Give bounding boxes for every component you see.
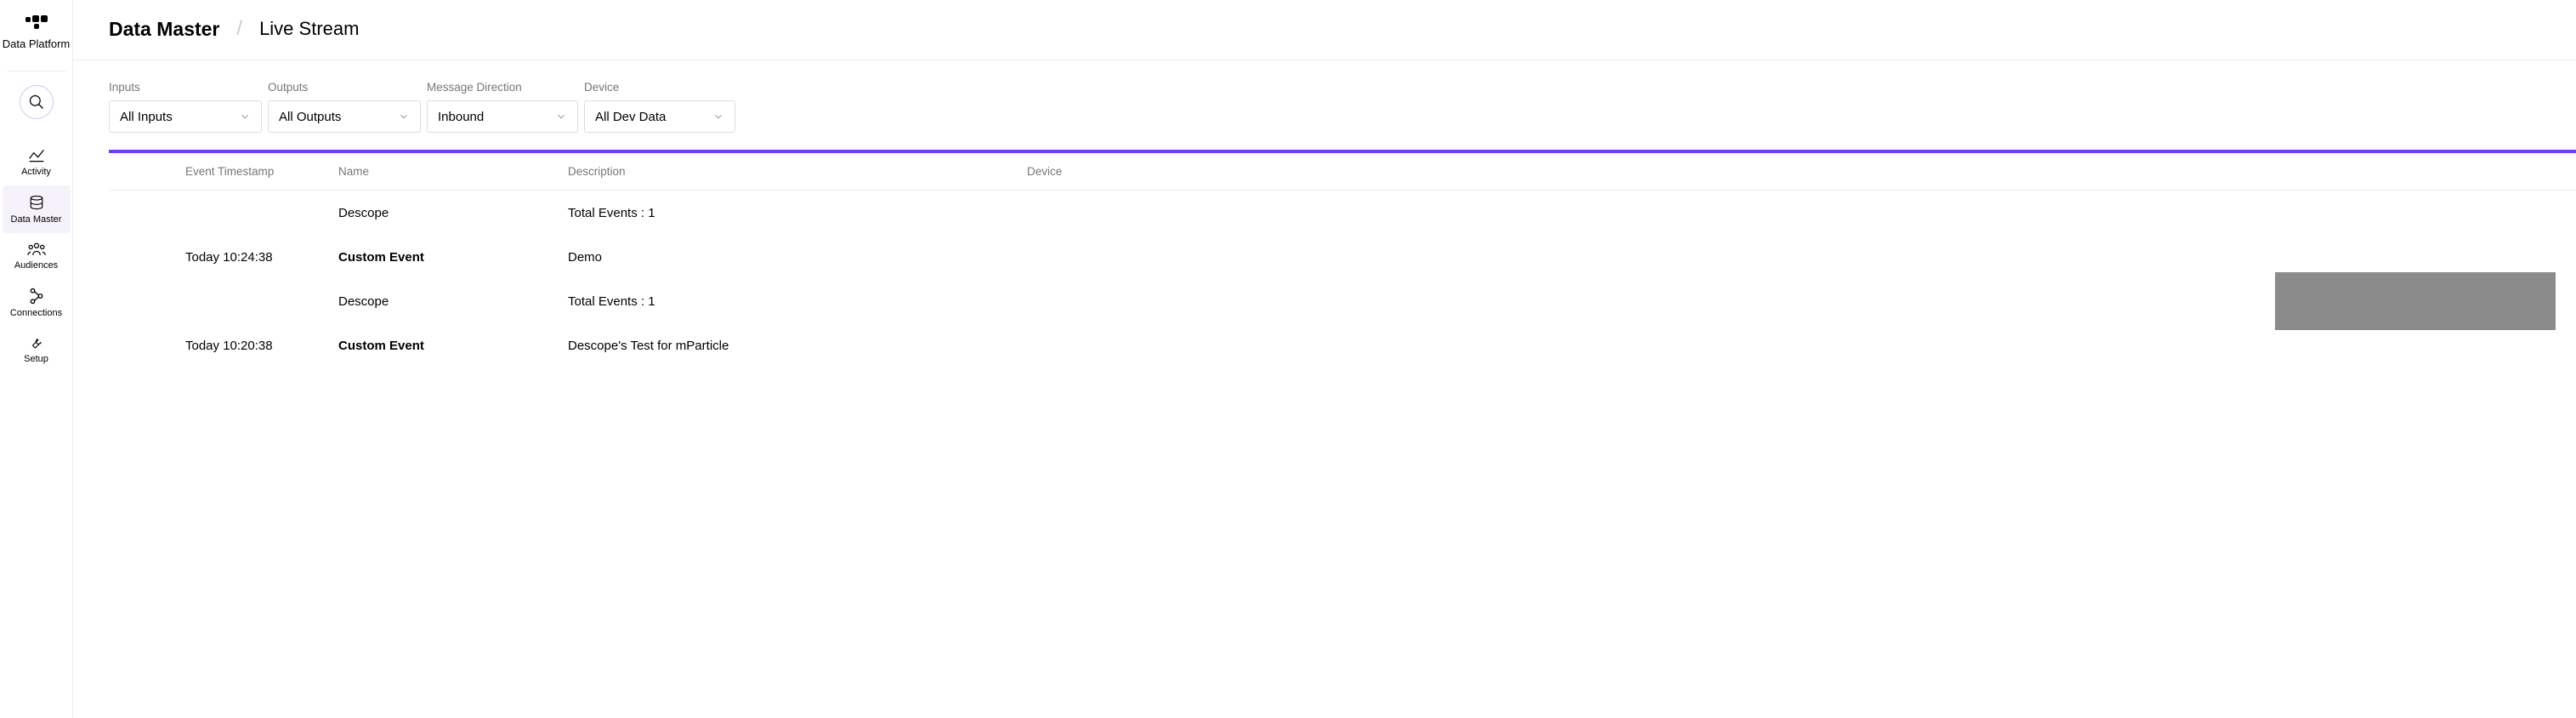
filter-inputs-dropdown[interactable]: All Inputs <box>109 100 262 133</box>
col-header-device: Device <box>1027 165 2576 178</box>
dropdown-value: All Dev Data <box>595 110 666 124</box>
nav-label: Audiences <box>14 260 58 271</box>
filter-inputs-label: Inputs <box>109 81 262 94</box>
search-icon <box>28 94 45 111</box>
breadcrumb: Data Master / Live Stream <box>109 0 2576 60</box>
table-row[interactable]: Descope Total Events : 1 <box>109 279 2576 323</box>
col-header-name: Name <box>338 165 568 178</box>
table-row[interactable]: Today 10:24:38 Custom Event Demo <box>109 235 2576 279</box>
filter-device-label: Device <box>584 81 735 94</box>
wrench-icon <box>29 335 44 350</box>
nav-label: Connections <box>10 308 62 318</box>
nav-audiences[interactable]: Audiences <box>3 233 71 279</box>
chevron-down-icon <box>398 111 410 123</box>
audiences-icon <box>27 242 46 257</box>
nav-label: Data Master <box>11 214 62 225</box>
breadcrumb-separator: / <box>236 17 242 41</box>
filter-direction-dropdown[interactable]: Inbound <box>427 100 578 133</box>
nav-label: Setup <box>24 354 48 364</box>
chevron-down-icon <box>712 111 724 123</box>
table-row[interactable]: Descope Total Events : 1 <box>109 191 2576 235</box>
chevron-down-icon <box>555 111 567 123</box>
activity-icon <box>28 148 45 163</box>
cell-description: Total Events : 1 <box>568 294 1027 309</box>
table-row[interactable]: Today 10:20:38 Custom Event Descope's Te… <box>109 323 2576 368</box>
nav-setup[interactable]: Setup <box>3 327 71 373</box>
search-button[interactable] <box>20 85 54 119</box>
nav-activity[interactable]: Activity <box>3 140 71 185</box>
cell-name: Descope <box>338 206 568 220</box>
cell-description: Descope's Test for mParticle <box>568 339 1027 353</box>
cell-name: Custom Event <box>338 250 568 265</box>
dropdown-value: Inbound <box>438 110 484 124</box>
filter-outputs-label: Outputs <box>268 81 421 94</box>
cell-description: Total Events : 1 <box>568 206 1027 220</box>
database-icon <box>29 194 44 211</box>
col-header-description: Description <box>568 165 1027 178</box>
brand-label: Data Platform <box>3 37 70 50</box>
filter-direction-label: Message Direction <box>427 81 578 94</box>
breadcrumb-page: Live Stream <box>259 18 359 40</box>
chevron-down-icon <box>239 111 251 123</box>
nav-connections[interactable]: Connections <box>3 279 71 327</box>
cell-timestamp: Today 10:24:38 <box>185 250 338 265</box>
connections-icon <box>29 288 44 305</box>
cell-timestamp: Today 10:20:38 <box>185 339 338 353</box>
table-header: Event Timestamp Name Description Device <box>109 153 2576 191</box>
cell-description: Demo <box>568 250 1027 265</box>
dropdown-value: All Outputs <box>279 110 341 124</box>
nav-label: Activity <box>21 167 51 177</box>
filter-outputs-dropdown[interactable]: All Outputs <box>268 100 421 133</box>
nav-data-master[interactable]: Data Master <box>3 185 71 233</box>
redacted-block <box>2275 272 2556 330</box>
dropdown-value: All Inputs <box>120 110 173 124</box>
col-header-timestamp: Event Timestamp <box>185 165 338 178</box>
cell-name: Descope <box>338 294 568 309</box>
logo <box>25 12 48 32</box>
cell-name: Custom Event <box>338 339 568 353</box>
filter-device-dropdown[interactable]: All Dev Data <box>584 100 735 133</box>
breadcrumb-root[interactable]: Data Master <box>109 18 219 41</box>
